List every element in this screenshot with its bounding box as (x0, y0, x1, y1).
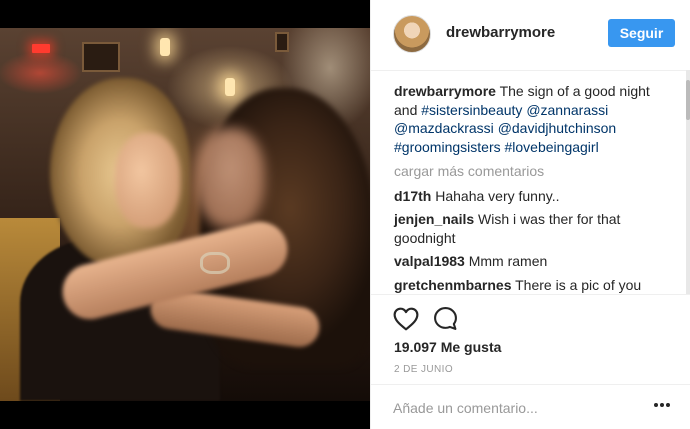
comment-text: There is a pic of you (511, 276, 642, 293)
likes-count[interactable]: 19.097 Me gusta (394, 339, 501, 355)
exit-sign (32, 44, 50, 53)
comment-item: gretchenmbarnes There is a pic of you (394, 276, 674, 295)
caption-username[interactable]: drewbarrymore (394, 83, 496, 99)
comments-scrollbar[interactable] (686, 70, 690, 294)
comment-username[interactable]: gretchenmbarnes (394, 277, 511, 293)
person-right-face (195, 128, 265, 228)
comment-icon[interactable] (433, 306, 458, 331)
hashtag-link[interactable]: #sistersinbeauty (421, 102, 522, 118)
dot (654, 403, 658, 407)
follow-button[interactable]: Seguir (608, 19, 675, 47)
person-left-face (115, 133, 180, 228)
comment-username[interactable]: valpal1983 (394, 253, 465, 269)
wall-lamp (160, 38, 170, 56)
wall-frame (275, 32, 289, 52)
caption: drewbarrymore The sign of a good night a… (394, 82, 674, 156)
photo-image (0, 28, 370, 401)
dot (666, 403, 670, 407)
mention-link[interactable]: @mazdackrassi (394, 120, 494, 136)
avatar[interactable] (393, 15, 431, 53)
mention-link[interactable]: @zannarassi (526, 102, 608, 118)
hashtag-link[interactable]: #lovebeingagirl (505, 139, 599, 155)
hashtag-link[interactable]: #groomingsisters (394, 139, 501, 155)
add-comment-bar (371, 384, 690, 429)
comment-text: Mmm ramen (464, 253, 548, 269)
post-photo[interactable] (0, 0, 370, 429)
post-header: drewbarrymore Seguir (371, 0, 690, 71)
wall-frame (82, 42, 120, 72)
post-side-panel: drewbarrymore Seguir drewbarrymore The s… (370, 0, 690, 429)
more-options-icon[interactable] (654, 403, 670, 409)
comments-list: drewbarrymore The sign of a good night a… (394, 82, 674, 299)
load-more-comments[interactable]: cargar más comentarios (394, 162, 674, 181)
add-comment-input[interactable] (393, 398, 623, 418)
wall-lamp (225, 78, 235, 96)
post-actions: 19.097 Me gusta 2 DE JUNIO (371, 294, 690, 384)
mention-link[interactable]: @davidjhutchinson (498, 120, 617, 136)
header-username[interactable]: drewbarrymore (446, 24, 555, 41)
comment-item: jenjen_nails Wish i was ther for that go… (394, 210, 674, 247)
heart-icon[interactable] (393, 307, 419, 331)
post-date[interactable]: 2 DE JUNIO (394, 364, 453, 375)
bracelet (200, 252, 230, 274)
comment-username[interactable]: jenjen_nails (394, 211, 474, 227)
comment-text: Hahaha very funny.. (431, 187, 560, 204)
comment-username[interactable]: d17th (394, 188, 431, 204)
dot (660, 403, 664, 407)
comment-item: d17th Hahaha very funny.. (394, 187, 674, 206)
comment-item: valpal1983 Mmm ramen (394, 252, 674, 271)
scrollbar-thumb[interactable] (686, 80, 690, 120)
